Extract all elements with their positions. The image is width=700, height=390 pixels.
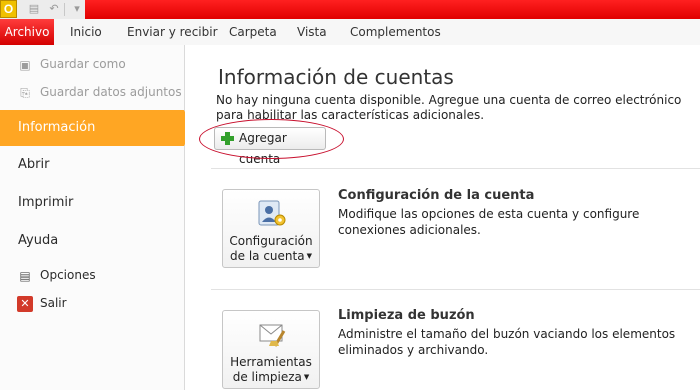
page-title: Información de cuentas — [218, 65, 454, 89]
cleanup-tools-caption: Herramientas de limpieza ▼ — [223, 355, 319, 385]
nav-guardar-adjuntos-label: Guardar datos adjuntos — [40, 85, 182, 99]
divider — [211, 168, 700, 169]
nav-salir[interactable]: ✕ Salir — [0, 296, 184, 312]
divider — [211, 289, 700, 290]
cleanup-tools-line1: Herramientas — [230, 355, 312, 369]
outlook-app-icon[interactable]: O — [0, 0, 17, 18]
nav-guardar-como[interactable]: ▣ Guardar como — [0, 57, 184, 73]
account-settings-title: Configuración de la cuenta — [338, 188, 535, 203]
account-settings-button[interactable]: Configuración de la cuenta ▼ — [222, 189, 320, 268]
customize-qat-icon[interactable]: ▾ — [70, 2, 84, 16]
undo-icon[interactable]: ↶ — [47, 2, 61, 16]
tab-inicio[interactable]: Inicio — [69, 19, 103, 45]
nav-imprimir[interactable]: Imprimir — [0, 193, 184, 213]
account-settings-caption: Configuración de la cuenta ▼ — [223, 234, 319, 264]
send-receive-icon[interactable]: ▤ — [27, 2, 41, 16]
tab-carpeta[interactable]: Carpeta — [228, 19, 278, 45]
cleanup-tools-line2-wrap: de limpieza ▼ — [223, 370, 319, 385]
nav-informacion-label: Información — [18, 120, 96, 135]
nav-salir-label: Salir — [40, 296, 67, 310]
nav-ayuda[interactable]: Ayuda — [0, 231, 184, 251]
account-settings-line1: Configuración — [229, 234, 313, 248]
ribbon-tabs: Archivo Inicio Enviar y recibir Carpeta … — [0, 19, 700, 46]
no-account-message: No hay ninguna cuenta disponible. Agregu… — [216, 93, 682, 122]
dropdown-arrow-icon: ▼ — [303, 373, 310, 381]
save-as-icon: ▣ — [19, 58, 31, 72]
cleanup-tools-icon — [259, 324, 286, 347]
tab-complementos[interactable]: Complementos — [349, 19, 442, 45]
save-attachments-icon: ⎘ — [20, 86, 30, 100]
account-settings-icon — [258, 200, 286, 226]
title-bar — [85, 0, 700, 19]
tab-enviar-recibir[interactable]: Enviar y recibir — [126, 19, 219, 45]
nav-guardar-como-label: Guardar como — [40, 57, 126, 71]
tab-vista[interactable]: Vista — [296, 19, 328, 45]
dropdown-arrow-icon: ▼ — [306, 252, 312, 260]
backstage-nav: ▣ Guardar como ⎘ Guardar datos adjuntos … — [0, 45, 193, 390]
cleanup-description: Administre el tamaño del buzón vaciando … — [338, 327, 676, 357]
account-settings-description: Modifique las opciones de esta cuenta y … — [338, 207, 640, 237]
account-info-panel: Información de cuentas No hay ninguna cu… — [185, 45, 700, 390]
qat-separator — [64, 3, 65, 16]
options-icon: ▤ — [19, 269, 31, 283]
nav-abrir[interactable]: Abrir — [0, 155, 184, 175]
nav-opciones-label: Opciones — [40, 268, 96, 282]
cleanup-tools-line2: de limpieza — [232, 370, 302, 384]
cleanup-title: Limpieza de buzón — [338, 308, 475, 323]
account-settings-line2-wrap: de la cuenta ▼ — [223, 249, 319, 264]
nav-guardar-adjuntos[interactable]: ⎘ Guardar datos adjuntos — [0, 85, 184, 101]
nav-opciones[interactable]: ▤ Opciones — [0, 268, 184, 284]
nav-abrir-label: Abrir — [18, 157, 50, 172]
cleanup-tools-button[interactable]: Herramientas de limpieza ▼ — [222, 310, 320, 389]
tab-archivo[interactable]: Archivo — [0, 19, 54, 45]
exit-icon: ✕ — [17, 296, 33, 312]
highlight-ellipse — [199, 119, 344, 159]
nav-informacion[interactable]: Información — [0, 110, 193, 146]
account-settings-line2: de la cuenta — [230, 249, 305, 263]
nav-ayuda-label: Ayuda — [18, 233, 59, 248]
nav-imprimir-label: Imprimir — [18, 195, 74, 210]
